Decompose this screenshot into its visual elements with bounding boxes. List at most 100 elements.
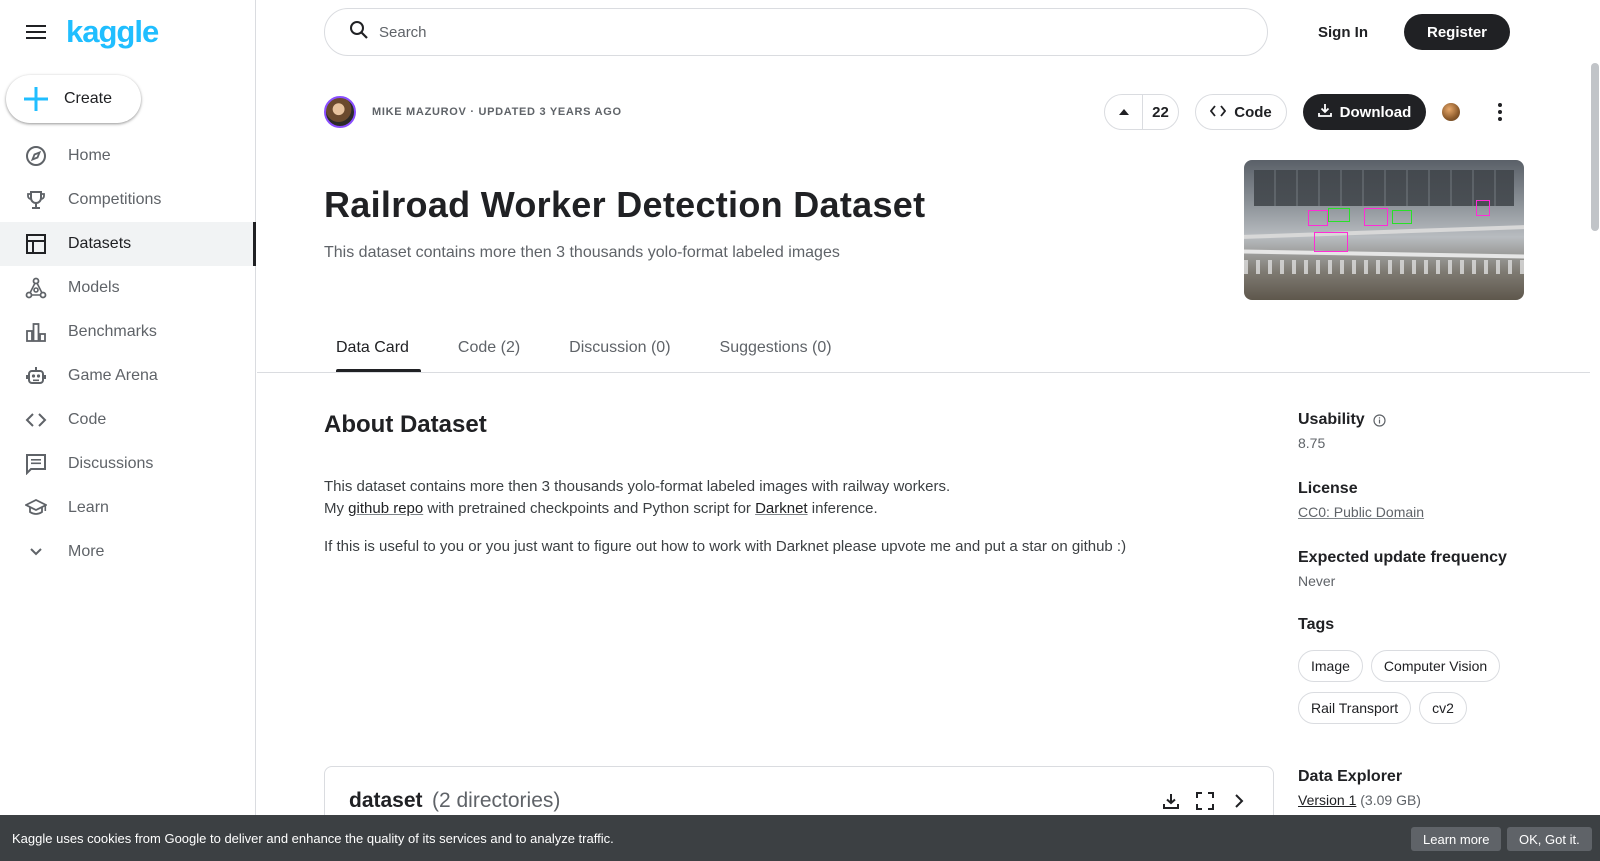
- cookie-learn-more-button[interactable]: Learn more: [1411, 827, 1502, 851]
- search-bar[interactable]: [324, 8, 1268, 56]
- sidebar-item-label: More: [68, 543, 105, 560]
- models-icon: [24, 276, 48, 300]
- bar-chart-icon: [24, 320, 48, 344]
- download-icon: [1317, 103, 1332, 121]
- plus-icon: [22, 85, 50, 113]
- license-section: License CC0: Public Domain: [1298, 480, 1424, 522]
- sidebar-item-discussions[interactable]: Discussions: [0, 442, 256, 486]
- vote-count[interactable]: 22: [1143, 104, 1178, 121]
- sign-in-button[interactable]: Sign In: [1300, 14, 1386, 50]
- info-icon[interactable]: [1373, 413, 1386, 427]
- tab-data-card[interactable]: Data Card: [324, 335, 421, 373]
- robot-icon: [24, 364, 48, 388]
- cookie-accept-button[interactable]: OK, Got it.: [1507, 827, 1592, 851]
- update-frequency-section: Expected update frequency Never: [1298, 549, 1507, 589]
- dataset-size: (3.09 GB): [1356, 792, 1421, 808]
- tabs-divider: [257, 372, 1590, 373]
- sidebar-item-label: Code: [68, 411, 107, 428]
- create-button[interactable]: Create: [6, 75, 141, 123]
- directory-name: dataset: [349, 789, 423, 812]
- tab-suggestions[interactable]: Suggestions (0): [708, 335, 844, 373]
- chevron-right-icon[interactable]: [1227, 789, 1251, 813]
- license-link[interactable]: CC0: Public Domain: [1298, 504, 1424, 520]
- fullscreen-icon[interactable]: [1193, 789, 1217, 813]
- upvote-button[interactable]: [1105, 95, 1143, 129]
- sidebar-item-competitions[interactable]: Competitions: [0, 178, 256, 222]
- about-line-2-pre: My: [324, 500, 349, 517]
- dataset-subtitle: This dataset contains more then 3 thousa…: [324, 244, 840, 261]
- scrollbar-thumb[interactable]: [1591, 63, 1599, 231]
- trophy-icon: [24, 188, 48, 212]
- register-button[interactable]: Register: [1404, 14, 1510, 50]
- author-avatar[interactable]: [324, 96, 356, 128]
- sidebar-item-label: Benchmarks: [68, 323, 157, 340]
- tag-chip[interactable]: Image: [1298, 650, 1363, 682]
- about-line-1: This dataset contains more then 3 thousa…: [324, 478, 951, 495]
- tag-chip[interactable]: Rail Transport: [1298, 692, 1412, 724]
- usability-section: Usability 8.75: [1298, 411, 1386, 451]
- caret-up-icon: [1118, 109, 1129, 115]
- dataset-tabs: Data Card Code (2) Discussion (0) Sugges…: [324, 335, 869, 373]
- data-explorer-version-line: Version 1 (3.09 GB): [1298, 792, 1421, 808]
- download-button-label: Download: [1339, 103, 1412, 121]
- sidebar-item-code[interactable]: Code: [0, 398, 256, 442]
- author-updated-line: MIKE MAZUROV · UPDATED 3 YEARS AGO: [372, 106, 622, 118]
- license-heading: License: [1298, 480, 1358, 497]
- darknet-link[interactable]: Darknet: [755, 500, 808, 517]
- frequency-value: Never: [1298, 573, 1336, 589]
- github-repo-link[interactable]: github repo: [348, 500, 423, 517]
- data-explorer-heading: Data Explorer: [1298, 768, 1403, 785]
- code-button-label: Code: [1234, 103, 1272, 121]
- compass-icon: [24, 144, 48, 168]
- more-options-icon[interactable]: [1488, 98, 1512, 126]
- sidebar-item-more[interactable]: More: [0, 530, 256, 574]
- usability-heading: Usability: [1298, 411, 1386, 429]
- tag-chip[interactable]: Computer Vision: [1370, 650, 1501, 682]
- about-paragraph-2: If this is useful to you or you just wan…: [324, 538, 1127, 555]
- bronze-medal-icon[interactable]: [1442, 103, 1460, 121]
- download-button[interactable]: Download: [1303, 94, 1426, 130]
- version-link[interactable]: Version 1: [1298, 792, 1356, 808]
- tab-discussion[interactable]: Discussion (0): [557, 335, 682, 373]
- sidebar-item-home[interactable]: Home: [0, 134, 256, 178]
- code-button[interactable]: Code: [1195, 94, 1287, 130]
- tags-heading: Tags: [1298, 616, 1335, 633]
- cookie-banner: Kaggle uses cookies from Google to deliv…: [0, 815, 1600, 861]
- about-line-2-post: inference.: [807, 500, 878, 517]
- sidebar-item-learn[interactable]: Learn: [0, 486, 256, 530]
- sidebar-item-label: Game Arena: [68, 367, 158, 384]
- sidebar-item-game-arena[interactable]: Game Arena: [0, 354, 256, 398]
- tag-chip[interactable]: cv2: [1419, 692, 1467, 724]
- code-icon: [24, 408, 48, 432]
- page-scrollbar[interactable]: [1590, 0, 1600, 861]
- sidebar-item-label: Models: [68, 279, 120, 296]
- code-icon: [1210, 104, 1227, 121]
- tags-section: Tags: [1298, 616, 1334, 634]
- sidebar-item-label: Learn: [68, 499, 109, 516]
- usability-label: Usability: [1298, 411, 1365, 428]
- sidebar-item-label: Home: [68, 147, 111, 164]
- tab-code[interactable]: Code (2): [446, 335, 532, 373]
- dataset-title: Railroad Worker Detection Dataset: [324, 184, 926, 225]
- sidebar-item-benchmarks[interactable]: Benchmarks: [0, 310, 256, 354]
- dataset-cover-image: [1244, 160, 1524, 300]
- cookie-text: Kaggle uses cookies from Google to deliv…: [12, 830, 614, 846]
- sidebar-item-models[interactable]: Models: [0, 266, 256, 310]
- about-dataset-heading: About Dataset: [324, 411, 487, 438]
- create-label: Create: [64, 90, 113, 107]
- chevron-down-icon: [24, 540, 48, 564]
- hamburger-menu-icon[interactable]: [24, 20, 48, 44]
- kaggle-logo[interactable]: kaggle: [66, 14, 159, 50]
- sidebar-item-datasets[interactable]: Datasets: [0, 222, 256, 266]
- comment-icon: [24, 452, 48, 476]
- sidebar-item-label: Datasets: [68, 235, 132, 252]
- search-input[interactable]: [379, 23, 1179, 41]
- about-line-2-mid: with pretrained checkpoints and Python s…: [423, 500, 756, 517]
- sidebar-nav: Home Competitions Datasets Models Benchm…: [0, 134, 256, 574]
- data-explorer-section: Data Explorer Version 1 (3.09 GB): [1298, 768, 1421, 808]
- brand: kaggle: [24, 14, 159, 50]
- files-actions: [1159, 789, 1251, 813]
- table-icon: [24, 232, 48, 256]
- upvote-widget: 22: [1104, 94, 1179, 130]
- download-icon[interactable]: [1159, 789, 1183, 813]
